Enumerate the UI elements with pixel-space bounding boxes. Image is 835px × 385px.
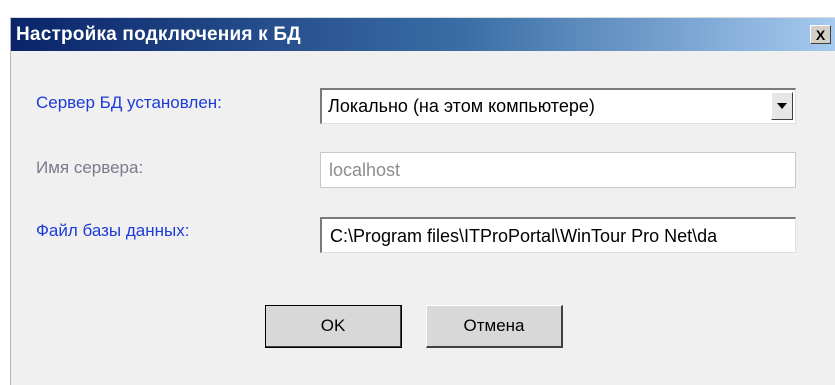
server-location-label: Сервер БД установлен: <box>36 93 222 112</box>
server-location-select[interactable]: Локально (на этом компьютере) <box>320 88 796 124</box>
ok-button[interactable]: OK <box>265 305 402 348</box>
server-name-label: Имя сервера: <box>36 158 144 177</box>
server-location-value: Локально (на этом компьютере) <box>328 96 595 116</box>
server-name-field: localhost <box>320 152 796 188</box>
db-file-value: C:\Program files\ITProPortal\WinTour Pro… <box>330 226 718 246</box>
close-button[interactable]: X <box>810 25 831 44</box>
chevron-down-icon <box>777 103 787 109</box>
title-bar[interactable]: Настройка подключения к БД X <box>11 18 835 51</box>
dialog-title: Настройка подключения к БД <box>16 23 301 45</box>
cancel-button[interactable]: Отмена <box>426 305 563 348</box>
dropdown-button[interactable] <box>771 92 793 120</box>
db-connection-dialog: Настройка подключения к БД X Сервер БД у… <box>10 17 835 385</box>
close-icon: X <box>815 26 826 43</box>
db-file-label: Файл базы данных: <box>36 221 190 240</box>
db-file-field[interactable]: C:\Program files\ITProPortal\WinTour Pro… <box>320 217 796 253</box>
server-name-value: localhost <box>329 160 401 180</box>
